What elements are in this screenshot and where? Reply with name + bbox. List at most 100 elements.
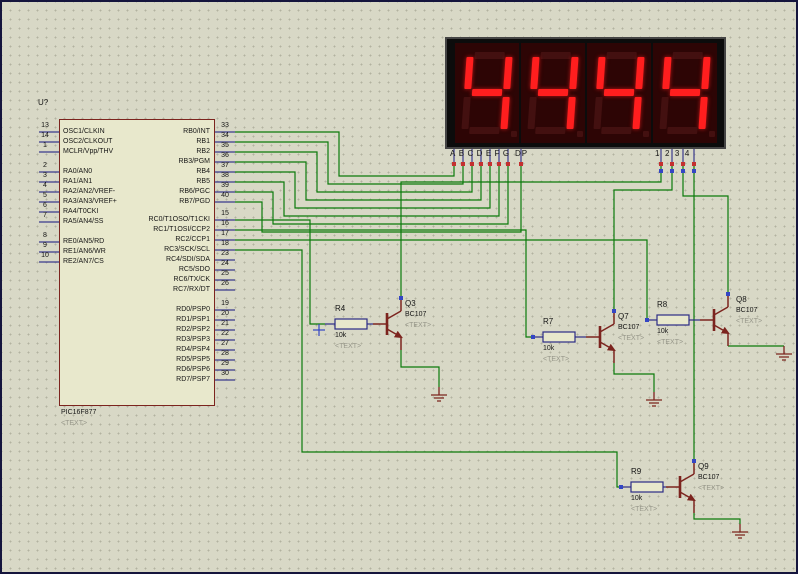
wire <box>682 166 729 294</box>
pin-label: RB1 <box>196 138 210 145</box>
pin-number: 34 <box>221 132 229 139</box>
segment-e <box>461 97 471 129</box>
junction-marker <box>681 169 685 173</box>
pin-number: 5 <box>43 192 47 199</box>
pin-number: 8 <box>43 232 47 239</box>
segment-d <box>601 127 632 134</box>
junction-marker <box>726 292 730 296</box>
decimal-point <box>643 131 649 137</box>
transistor-q8[interactable] <box>700 294 730 346</box>
segment-b <box>701 57 711 89</box>
schematic-canvas[interactable]: U? PIC16F877 <TEXT> 13 14 1 2 3 4 5 6 7 … <box>0 0 798 574</box>
transistor-ref-label[interactable]: Q9 <box>698 462 709 472</box>
text-placeholder: <TEXT> <box>631 506 658 513</box>
display-digit-pins-label: 1234 <box>655 149 695 158</box>
pin-number: 22 <box>221 330 229 337</box>
seven-seg-digit[interactable] <box>653 43 717 143</box>
transistor-ref-label[interactable]: Q3 <box>405 299 416 309</box>
text-placeholder: <TEXT> <box>543 356 570 363</box>
pin-end-marker <box>479 162 483 166</box>
wire <box>235 249 621 488</box>
pin-label: RC7/RX/DT <box>173 286 210 293</box>
pin-label: RC2/CCP1 <box>175 236 210 243</box>
segment-g <box>669 89 701 96</box>
pin-number: 26 <box>221 280 229 287</box>
pin-number: 4 <box>43 182 47 189</box>
pin-label: RD7/PSP7 <box>176 376 210 383</box>
seven-seg-digit[interactable] <box>587 43 651 143</box>
resistor-ref-label[interactable]: R7 <box>543 317 553 327</box>
ground-symbol[interactable] <box>431 387 447 402</box>
segment-b <box>635 57 645 89</box>
pin-number: 18 <box>221 240 229 247</box>
ground-symbol[interactable] <box>776 346 792 361</box>
resistor-r7[interactable] <box>533 331 586 343</box>
segment-d <box>469 127 500 134</box>
pin-label: RC4/SDI/SDA <box>166 256 210 263</box>
junction-marker <box>619 485 623 489</box>
pin-number: 30 <box>221 370 229 377</box>
transistor-ref-label[interactable]: Q7 <box>618 312 629 322</box>
mcu-ref-label[interactable]: U? <box>38 98 48 108</box>
pin-number: 29 <box>221 360 229 367</box>
seven-seg-display[interactable] <box>445 37 726 149</box>
pin-label: RC0/T1OSO/T1CKI <box>148 216 210 223</box>
transistor-q3[interactable] <box>373 298 403 350</box>
pin-label: RD1/PSP1 <box>176 316 210 323</box>
pin-label: RB3/PGM <box>178 158 210 165</box>
pin-end-marker <box>452 162 456 166</box>
seven-seg-digit[interactable] <box>455 43 519 143</box>
pin-number: 14 <box>41 132 49 139</box>
pin-label: RB2 <box>196 148 210 155</box>
text-placeholder: <TEXT> <box>618 335 645 342</box>
resistor-value-label: 10k <box>631 495 643 502</box>
segment-d <box>667 127 698 134</box>
mcu-text-placeholder: <TEXT> <box>61 420 88 427</box>
segment-d <box>535 127 566 134</box>
transistor-part-label: BC107 <box>736 307 758 314</box>
pin-number: 9 <box>43 242 47 249</box>
resistor-ref-label[interactable]: R8 <box>657 300 667 310</box>
segment-g <box>471 89 503 96</box>
junction-marker <box>645 318 649 322</box>
segment-g <box>537 89 569 96</box>
pin-number: 36 <box>221 152 229 159</box>
transistor-ref-label[interactable]: Q8 <box>736 295 747 305</box>
pin-number: 17 <box>221 230 229 237</box>
transistor-q9[interactable] <box>666 461 696 513</box>
transistor-q7[interactable] <box>586 311 616 363</box>
ground-symbol[interactable] <box>646 392 662 407</box>
pin-number: 27 <box>221 340 229 347</box>
junction-marker <box>531 335 535 339</box>
resistor-r9[interactable] <box>621 481 666 493</box>
pin-end-marker <box>681 162 685 166</box>
pin-end-marker <box>659 162 663 166</box>
text-placeholder: <TEXT> <box>335 343 362 350</box>
segment-b <box>569 57 579 89</box>
pin-number: 24 <box>221 260 229 267</box>
resistor-r4[interactable] <box>325 318 373 330</box>
resistor-ref-label[interactable]: R4 <box>335 304 345 314</box>
resistor-r8[interactable] <box>647 314 700 326</box>
pin-end-marker <box>470 162 474 166</box>
decimal-point <box>511 131 517 137</box>
resistor-ref-label[interactable]: R9 <box>631 467 641 477</box>
pin-end-marker <box>670 162 674 166</box>
junction-marker <box>659 169 663 173</box>
pin-number: 35 <box>221 142 229 149</box>
segment-f <box>596 57 606 89</box>
wire <box>235 161 482 201</box>
digit-segments <box>593 52 645 134</box>
seven-seg-digit[interactable] <box>521 43 585 143</box>
text-placeholder: <TEXT> <box>698 485 725 492</box>
ground-symbol[interactable] <box>732 524 748 539</box>
pin-number: 1 <box>43 142 47 149</box>
transistor-part-label: BC107 <box>618 324 640 331</box>
pin-number: 33 <box>221 122 229 129</box>
junction-marker <box>612 309 616 313</box>
resistor-value-label: 10k <box>657 328 669 335</box>
pin-number: 25 <box>221 270 229 277</box>
pin-number: 2 <box>43 162 47 169</box>
segment-c <box>566 97 576 129</box>
wire <box>235 239 648 320</box>
